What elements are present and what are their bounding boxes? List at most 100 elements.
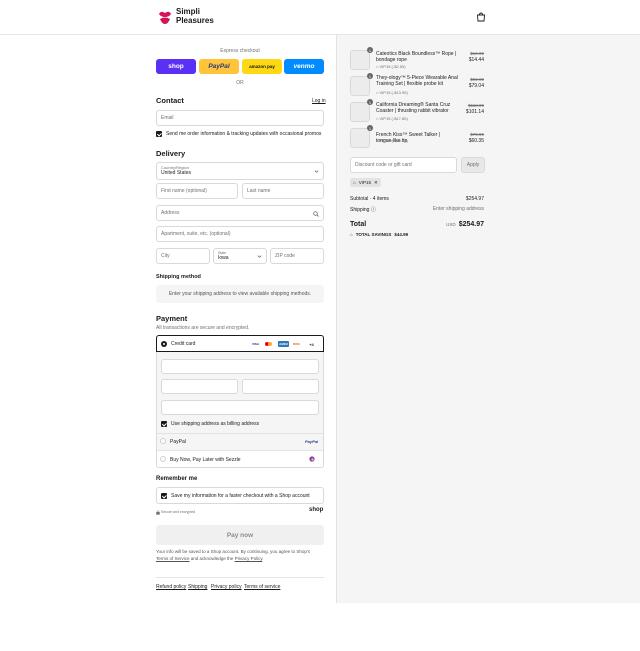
country-select[interactable]: Country/Region United States <box>156 162 324 180</box>
shopping-bag-icon[interactable] <box>476 12 486 22</box>
shop-logo: shop <box>309 507 324 513</box>
legal-text-start: Your info will be saved to a Shop accoun… <box>156 549 311 554</box>
legal-text-mid: and acknowledge the <box>189 556 235 561</box>
product-original-price: $70.99 <box>470 132 484 137</box>
sezzle-icon <box>309 456 315 462</box>
apply-button[interactable]: Apply <box>461 157 485 173</box>
expiry-field[interactable] <box>161 379 238 394</box>
city-field[interactable]: City <box>156 248 210 264</box>
lock-icon <box>156 510 160 515</box>
product-name: Cateotics Black Boundless™ Rope | bondag… <box>376 51 457 63</box>
privacy-policy-footer-link[interactable]: Privacy policy <box>211 584 242 590</box>
savings-label: TOTAL SAVINGS <box>355 232 392 237</box>
product-price: $79.04 <box>468 83 484 89</box>
product-name: California Dreaming® Santa Cruz Coaster … <box>376 102 451 114</box>
visa-icon: VISA <box>251 342 259 346</box>
product-name: They-ology™ 5-Piece Wearable Anal Traini… <box>376 75 458 87</box>
total-value: $254.97 <box>458 221 484 228</box>
discount-tag: ⌂ VIP15 ✕ <box>350 178 381 187</box>
product-original-price: $118.99 <box>468 103 484 108</box>
product-thumbnail <box>350 50 370 70</box>
apartment-field[interactable]: Apartment, suite, etc. (optional) <box>156 226 324 242</box>
credit-card-option[interactable]: Credit card VISA AMEX DISC +4 <box>156 335 324 352</box>
store-logo[interactable]: Simpli Pleasures <box>157 7 214 25</box>
paypal-radio[interactable] <box>160 438 166 444</box>
currency-label: USD <box>446 222 456 227</box>
save-info-label: Save my information for a faster checkou… <box>171 493 310 499</box>
contact-heading: Contact <box>156 96 184 105</box>
credit-card-label: Credit card <box>171 341 196 347</box>
product-discount-text: VIP15 (-$10.64) <box>379 138 408 143</box>
amex-icon: AMEX <box>278 341 289 347</box>
discount-tag-code: VIP15 <box>358 180 371 185</box>
name-on-card-field[interactable] <box>161 400 319 415</box>
amazon-pay-button[interactable]: amazon pay <box>242 59 282 74</box>
shop-pay-button[interactable]: shop <box>156 59 196 74</box>
country-value: United States <box>161 170 192 176</box>
total-amount: USD $254.97 <box>446 221 484 228</box>
tag-icon: ⌂ <box>350 232 353 237</box>
product-original-price: $92.99 <box>470 77 484 82</box>
card-number-field[interactable] <box>161 359 319 374</box>
credit-card-radio[interactable] <box>161 341 167 347</box>
info-icon[interactable]: ⓘ <box>371 207 376 213</box>
brand-line-2: Pleasures <box>176 15 214 25</box>
remove-discount-icon[interactable]: ✕ <box>374 180 378 186</box>
billing-checkbox[interactable] <box>161 421 167 427</box>
shipping-row-label: Shipping ⓘ <box>350 206 376 213</box>
product-discount: ⌂ VIP15 (-$13.95) <box>376 90 408 95</box>
quantity-badge: 1 <box>367 99 373 105</box>
address-field[interactable]: Address <box>156 205 324 221</box>
product-discount: ⌂ VIP15 (-$10.64) <box>376 138 408 143</box>
payment-heading: Payment <box>156 314 188 323</box>
quantity-badge: 1 <box>367 73 373 79</box>
secure-label: Secure and encrypted <box>161 510 196 514</box>
brand-lips-icon <box>159 11 171 24</box>
product-original-price: $16.99 <box>470 51 484 56</box>
login-link[interactable]: Log in <box>312 98 326 104</box>
paypal-button[interactable]: PayPal <box>199 59 239 74</box>
search-icon <box>313 211 319 217</box>
zip-field[interactable]: ZIP code <box>270 248 324 264</box>
terms-of-service-link[interactable]: Terms of Service <box>156 556 190 561</box>
legal-text-end: . <box>262 556 264 561</box>
remember-box: Save my information for a faster checkou… <box>156 487 324 504</box>
remember-heading: Remember me <box>156 476 198 482</box>
paypal-option-label[interactable]: PayPal <box>170 439 186 445</box>
refund-policy-link[interactable]: Refund policy <box>156 584 186 590</box>
privacy-policy-link[interactable]: Privacy Policy <box>235 556 263 561</box>
save-info-checkbox[interactable] <box>161 493 167 499</box>
paypal-logo: PayPal <box>305 439 319 444</box>
news-checkbox[interactable] <box>156 131 162 137</box>
email-field[interactable]: Email <box>156 110 324 126</box>
pay-now-button[interactable]: Pay now <box>156 525 324 545</box>
product-discount: ⌂ VIP15 (-$17.85) <box>376 116 408 121</box>
venmo-button[interactable]: venmo <box>284 59 324 74</box>
sezzle-radio[interactable] <box>160 456 166 462</box>
sezzle-option-label[interactable]: Buy Now, Pay Later with Sezzle <box>170 457 241 463</box>
more-cards-badge: +4 <box>309 341 314 347</box>
discover-icon: DISC <box>292 342 301 346</box>
last-name-field[interactable]: Last name <box>242 183 324 199</box>
security-code-field[interactable] <box>242 379 319 394</box>
product-discount-text: VIP15 (-$17.85) <box>379 116 408 121</box>
shipping-note: Enter your shipping address to view avai… <box>156 285 324 303</box>
subtotal-label: Subtotal · 4 items <box>350 196 389 202</box>
legal-text: Your info will be saved to a Shop accoun… <box>156 548 324 562</box>
product-thumbnail <box>350 128 370 148</box>
product-discount: ⌂ VIP15 (-$2.55) <box>376 64 406 69</box>
terms-of-service-footer-link[interactable]: Terms of service <box>244 584 280 590</box>
state-select[interactable]: State Iowa <box>213 248 267 264</box>
product-price: $14.44 <box>468 57 484 63</box>
product-price: $101.14 <box>465 109 484 115</box>
first-name-field[interactable]: First name (optional) <box>156 183 238 199</box>
delivery-heading: Delivery <box>156 149 186 158</box>
express-checkout-label: Express checkout <box>220 48 260 54</box>
chevron-down-icon <box>314 170 319 173</box>
quantity-badge: 1 <box>367 125 373 131</box>
product-thumbnail <box>350 76 370 96</box>
discount-code-field[interactable]: Discount code or gift card <box>350 157 457 173</box>
billing-label: Use shipping address as billing address <box>171 421 260 427</box>
product-thumbnail <box>350 102 370 122</box>
shipping-policy-link[interactable]: Shipping <box>188 584 207 590</box>
